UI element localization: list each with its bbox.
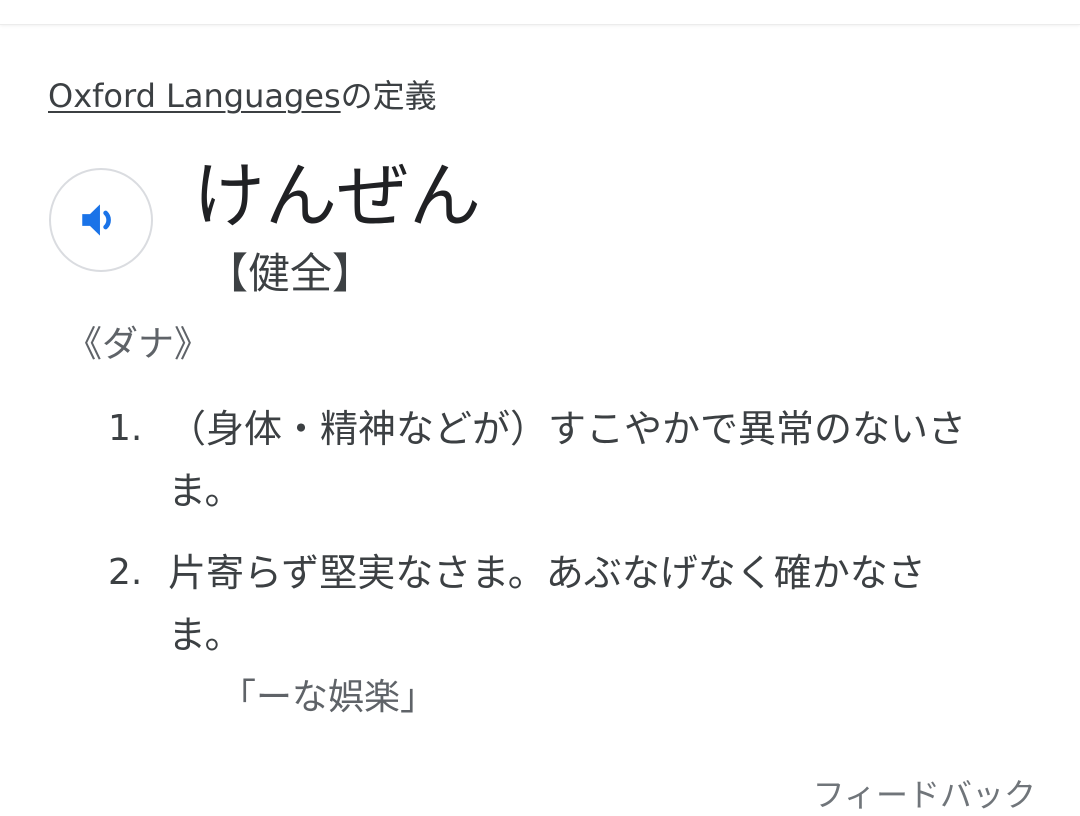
definition-item: 2. 片寄らず堅実なさま。あぶなげなく確かなさま。 「ーな娯楽」: [108, 542, 1028, 726]
usage-example: 「ーな娯楽」: [220, 677, 437, 718]
source-attribution: Oxford Languagesの定義: [48, 74, 437, 118]
feedback-link[interactable]: フィードバック: [813, 774, 1036, 816]
definition-number: 1.: [108, 408, 143, 449]
source-suffix: の定義: [340, 77, 437, 115]
definition-text: 片寄らず堅実なさま。あぶなげなく確かなさま。: [168, 551, 926, 657]
pronunciation-audio-button[interactable]: [49, 168, 153, 272]
definition-body: （身体・精神などが）すこやかで異常のないさま。: [168, 398, 1028, 522]
definition-item: 1. （身体・精神などが）すこやかで異常のないさま。: [108, 398, 1028, 522]
definition-body: 片寄らず堅実なさま。あぶなげなく確かなさま。 「ーな娯楽」: [168, 542, 1028, 726]
oxford-languages-link[interactable]: Oxford Languages: [48, 77, 341, 115]
definitions-list: 1. （身体・精神などが）すこやかで異常のないさま。 2. 片寄らず堅実なさま。…: [108, 398, 1028, 746]
speaker-icon: [82, 204, 111, 236]
top-bar: [0, 0, 1080, 25]
definition-number: 2.: [108, 552, 143, 593]
definition-text: （身体・精神などが）すこやかで異常のないさま。: [168, 407, 967, 513]
headword: けんぜん: [193, 154, 482, 238]
headword-kanji: 【健全】: [206, 249, 375, 298]
part-of-speech: 《ダナ》: [66, 324, 211, 365]
